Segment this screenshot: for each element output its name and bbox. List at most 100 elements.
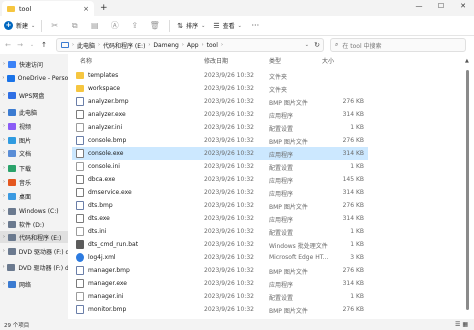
- sidebar-item[interactable]: › Windows (C:): [0, 205, 68, 217]
- recent-chevron-icon[interactable]: ⌄: [26, 42, 38, 48]
- expand-chevron-icon[interactable]: ›: [0, 221, 8, 227]
- sidebar-item-label: 网络: [19, 281, 32, 289]
- rename-icon[interactable]: Ⓐ: [109, 20, 120, 31]
- sidebar-item[interactable]: › 网络: [0, 278, 68, 290]
- sidebar-item[interactable]: › 代码和程序 (E:): [0, 231, 68, 243]
- more-options-icon[interactable]: ···: [250, 20, 261, 31]
- expand-chevron-icon[interactable]: ›: [0, 61, 8, 67]
- sidebar-item[interactable]: › DVD 驱动器 (F:) d: [0, 245, 68, 257]
- expand-chevron-icon[interactable]: ›: [0, 137, 8, 143]
- sidebar-item[interactable]: › DVD 驱动器 (F:) da: [0, 261, 68, 273]
- sidebar-item[interactable]: › 图片: [0, 134, 68, 146]
- column-header-size[interactable]: 大小: [322, 54, 334, 66]
- breadcrumb-drive-e[interactable]: 代码和程序 (E:): [103, 41, 145, 50]
- refresh-icon[interactable]: ↻: [314, 41, 320, 49]
- location-icon: [8, 192, 16, 200]
- file-row[interactable]: analyzer.exe 2023/9/26 10:32 应用程序 314 KB: [72, 108, 368, 121]
- view-toggle-icons[interactable]: ☰ ▦: [455, 321, 468, 328]
- expand-chevron-icon[interactable]: ›: [0, 248, 8, 254]
- expand-chevron-icon[interactable]: ›: [0, 208, 8, 214]
- tab-tool[interactable]: tool ×: [2, 1, 94, 16]
- file-row[interactable]: dts.ini 2023/9/26 10:32 配置设置 1 KB: [72, 225, 368, 238]
- expand-chevron-icon[interactable]: ›: [0, 92, 8, 98]
- file-size: 1 KB: [350, 163, 364, 170]
- expand-chevron-icon[interactable]: ›: [0, 123, 8, 129]
- file-row[interactable]: dts.exe 2023/9/26 10:32 应用程序 314 KB: [72, 212, 368, 225]
- sidebar-item[interactable]: › 软件 (D:): [0, 218, 68, 230]
- expand-chevron-icon[interactable]: ›: [0, 264, 7, 270]
- breadcrumb-this-pc[interactable]: 此电脑: [77, 41, 95, 50]
- file-row[interactable]: dmservice.exe 2023/9/26 10:32 应用程序 314 KB: [72, 186, 368, 199]
- expand-chevron-icon[interactable]: ›: [0, 234, 8, 240]
- sidebar-item[interactable]: ⌄ 此电脑: [0, 106, 68, 118]
- new-tab-button[interactable]: +: [100, 3, 108, 13]
- column-header-date[interactable]: 修改日期: [204, 54, 228, 66]
- sidebar-item[interactable]: › 视频: [0, 120, 68, 132]
- address-bar[interactable]: › 此电脑 › 代码和程序 (E:) › Dameng › App › tool…: [56, 38, 324, 52]
- expand-chevron-icon[interactable]: ›: [0, 75, 7, 81]
- back-arrow-icon[interactable]: ←: [2, 41, 14, 49]
- view-button[interactable]: ☰ 查看 ⌄: [213, 21, 242, 31]
- expand-chevron-icon[interactable]: ›: [0, 193, 8, 199]
- file-type: 应用程序: [269, 178, 294, 185]
- file-row[interactable]: log4j.xml 2023/9/26 10:32 Microsoft Edge H…: [72, 251, 368, 264]
- expand-chevron-icon[interactable]: ›: [0, 179, 8, 185]
- forward-arrow-icon[interactable]: →: [14, 41, 26, 49]
- sidebar-item[interactable]: › 快速访问: [0, 58, 68, 70]
- file-row[interactable]: dts.bmp 2023/9/26 10:32 BMP 图片文件 276 KB: [72, 199, 368, 212]
- exe-file-icon: [76, 149, 84, 158]
- file-name: analyzer.bmp: [88, 98, 129, 105]
- file-type: 应用程序: [269, 113, 294, 120]
- location-icon: [8, 91, 16, 99]
- file-name: dmservice.exe: [88, 189, 132, 196]
- close-window-button[interactable]: ✕: [456, 2, 470, 10]
- sidebar-item-label: 视频: [19, 123, 32, 131]
- expand-chevron-icon[interactable]: ›: [0, 165, 8, 171]
- file-row[interactable]: manager.ini 2023/9/26 10:32 配置设置 1 KB: [72, 290, 368, 303]
- column-header-type[interactable]: 类型: [269, 54, 281, 66]
- ini-file-icon: [76, 292, 84, 301]
- sidebar-item[interactable]: › OneDrive - Personal: [0, 72, 68, 84]
- scroll-up-icon[interactable]: ▲: [465, 58, 469, 64]
- minimize-button[interactable]: —: [412, 2, 426, 10]
- file-row[interactable]: manager.bmp 2023/9/26 10:32 BMP 图片文件 276 KB: [72, 264, 368, 277]
- breadcrumb-tool[interactable]: tool: [207, 42, 218, 49]
- breadcrumb-dameng[interactable]: Dameng: [153, 42, 178, 49]
- column-header-name[interactable]: 名称: [80, 54, 92, 66]
- expand-chevron-icon[interactable]: ⌄: [0, 109, 8, 115]
- cut-icon[interactable]: ✂: [49, 20, 60, 31]
- vertical-scrollbar[interactable]: [466, 70, 469, 310]
- file-type: BMP 图片文件: [269, 269, 308, 276]
- up-arrow-icon[interactable]: ↑: [38, 41, 50, 49]
- paste-icon[interactable]: ▤: [89, 20, 100, 31]
- delete-icon[interactable]: 🗑: [149, 20, 160, 31]
- sort-button[interactable]: ⇅ 排序 ⌄: [177, 21, 205, 31]
- file-row[interactable]: analyzer.ini 2023/9/26 10:32 配置设置 1 KB: [72, 121, 368, 134]
- file-row[interactable]: monitor.bmp 2023/9/26 10:32 BMP 图片文件 276 KB: [72, 303, 368, 316]
- file-row[interactable]: console.exe 2023/9/26 10:32 应用程序 314 KB: [72, 147, 368, 160]
- sidebar-item[interactable]: › 桌面: [0, 190, 68, 202]
- file-row[interactable]: console.ini 2023/9/26 10:32 配置设置 1 KB: [72, 160, 368, 173]
- sidebar-item[interactable]: › 文档: [0, 147, 68, 159]
- address-dropdown-icon[interactable]: ⌄: [305, 42, 309, 48]
- location-icon: [8, 108, 16, 116]
- new-button[interactable]: + 新建 ⌄: [4, 21, 35, 30]
- file-row[interactable]: console.bmp 2023/9/26 10:32 BMP 图片文件 276 KB: [72, 134, 368, 147]
- breadcrumb-app[interactable]: App: [187, 42, 199, 49]
- expand-chevron-icon[interactable]: ›: [0, 150, 8, 156]
- file-row[interactable]: templates 2023/9/26 10:32 文件夹: [72, 69, 368, 82]
- expand-chevron-icon[interactable]: ›: [0, 281, 8, 287]
- file-row[interactable]: workspace 2023/9/26 10:32 文件夹: [72, 82, 368, 95]
- close-tab-icon[interactable]: ×: [83, 5, 89, 13]
- file-row[interactable]: dbca.exe 2023/9/26 10:32 应用程序 145 KB: [72, 173, 368, 186]
- sidebar-item[interactable]: › 下载: [0, 162, 68, 174]
- share-icon[interactable]: ⇪: [129, 20, 140, 31]
- file-row[interactable]: manager.exe 2023/9/26 10:32 应用程序 314 KB: [72, 277, 368, 290]
- search-box[interactable]: ⌕ 在 tool 中搜索: [330, 38, 466, 52]
- file-row[interactable]: analyzer.bmp 2023/9/26 10:32 BMP 图片文件 276 K…: [72, 95, 368, 108]
- sidebar-item[interactable]: › WPS网盘: [0, 89, 68, 101]
- copy-icon[interactable]: ⧉: [69, 20, 80, 31]
- maximize-button[interactable]: ☐: [434, 2, 448, 10]
- sidebar-item[interactable]: › 音乐: [0, 176, 68, 188]
- file-row[interactable]: dts_cmd_run.bat 2023/9/26 10:32 Windows 批处…: [72, 238, 368, 251]
